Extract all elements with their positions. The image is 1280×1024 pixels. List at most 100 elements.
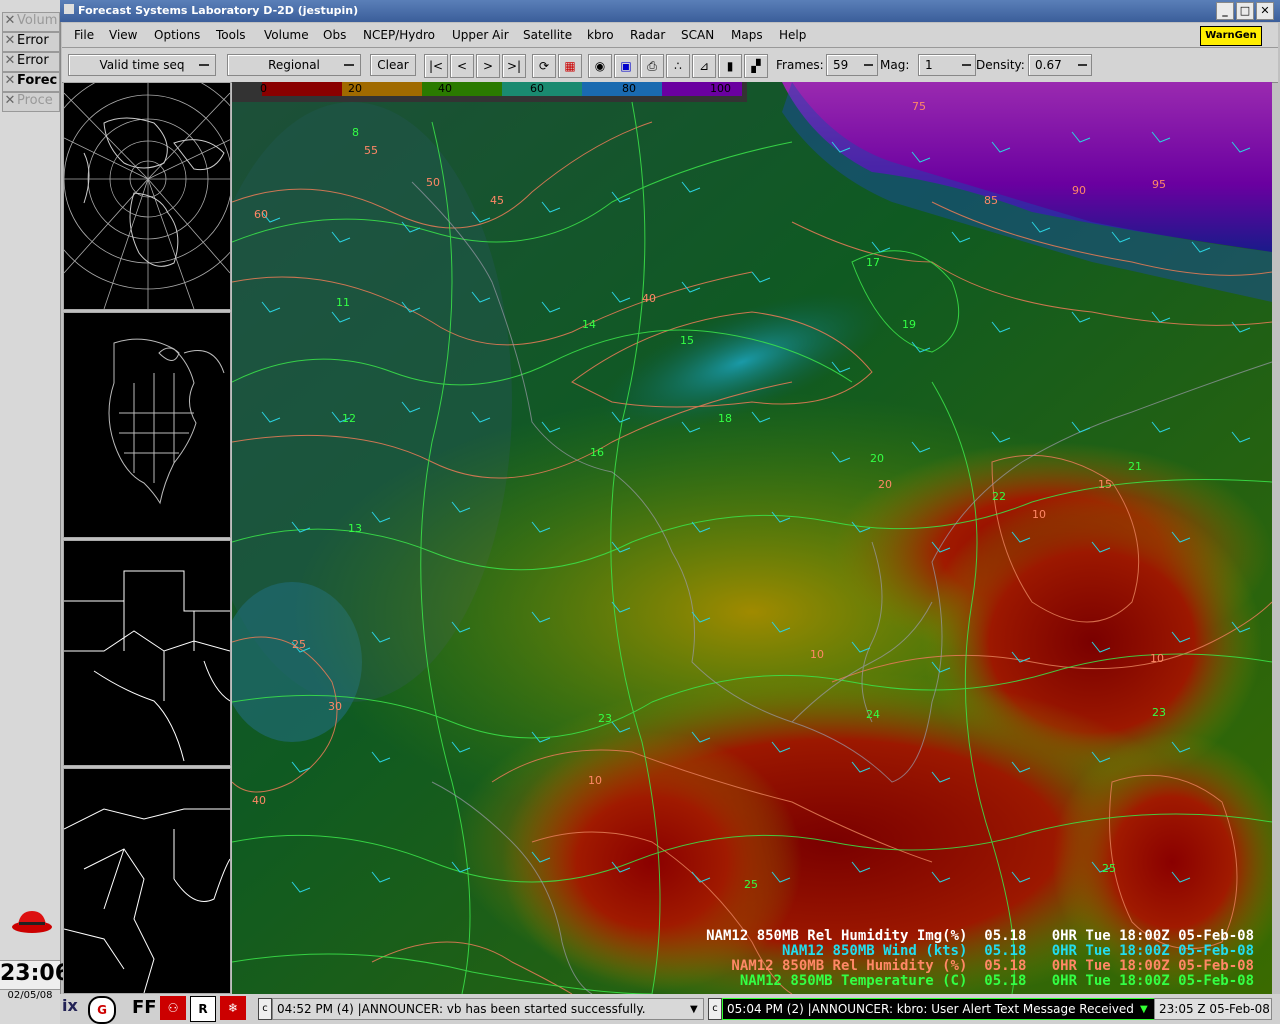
announcer-message-1[interactable]: 04:52 PM (4) |ANNOUNCER: vb has been sta… (272, 998, 704, 1020)
menu-scan[interactable]: SCAN (681, 28, 714, 42)
polar-map-svg (64, 83, 230, 309)
close-button[interactable]: ✕ (1256, 2, 1274, 20)
color-table-icon[interactable]: ▦ (558, 54, 582, 78)
task-item-process[interactable]: ✕ Proce (2, 92, 60, 112)
pane-north-america[interactable] (63, 312, 231, 538)
main-map-display[interactable]: 0 20 40 60 80 100 55 50 45 60 40 20 15 1… (232, 82, 1272, 994)
rh-contour-label: 50 (426, 176, 440, 189)
temp-contour-label: 19 (902, 318, 916, 331)
x-icon: ✕ (4, 53, 16, 68)
refresh-icon[interactable]: ◉ (588, 54, 612, 78)
taskbar-date: 02/05/08 (7, 990, 53, 1001)
sample-cursor-icon[interactable]: ⊿ (692, 54, 716, 78)
single-panel-icon[interactable]: ▮ (718, 54, 742, 78)
rh-contour-label: 10 (810, 648, 824, 661)
pane-local[interactable] (63, 768, 231, 994)
legend-rh-contour: NAM12 850MB Rel Humidity (%) 05.18 0HR T… (731, 958, 1254, 974)
redhat-icon[interactable] (10, 905, 54, 935)
temp-contour-label: 21 (1128, 460, 1142, 473)
temp-contour-label: 22 (992, 490, 1006, 503)
regional-map-svg (64, 570, 230, 762)
minimize-button[interactable]: _ (1216, 2, 1234, 20)
temp-contour-label: 8 (352, 126, 359, 139)
chevron-down-icon[interactable]: ▼ (690, 1004, 698, 1015)
frames-dropdown[interactable]: 59 (826, 54, 878, 76)
menu-upper-air[interactable]: Upper Air (452, 28, 509, 42)
r-tool-icon[interactable]: R (190, 996, 216, 1022)
temp-contour-label: 14 (582, 318, 596, 331)
clear-button[interactable]: Clear (370, 54, 416, 76)
temp-contour-label: 12 (342, 412, 356, 425)
pane-regional[interactable] (63, 540, 231, 766)
loop-icon[interactable]: ⟳ (532, 54, 556, 78)
rh-contour-label: 55 (364, 144, 378, 157)
toolbar: Valid time seq Regional Clear |< < > >| … (62, 48, 1278, 83)
legend-temperature: NAM12 850MB Temperature (C) 05.18 0HR Tu… (739, 973, 1254, 989)
first-frame-button[interactable]: |< (424, 54, 448, 78)
msg2-scroll-button[interactable]: c (708, 998, 722, 1020)
task-item-forecast[interactable]: ✕ Forec (2, 72, 60, 92)
menu-satellite[interactable]: Satellite (523, 28, 572, 42)
ff-icon[interactable]: FF (132, 997, 157, 1018)
density-label: Density: (976, 58, 1025, 72)
step-back-button[interactable]: < (450, 54, 474, 78)
colorbar-tick: 60 (530, 82, 544, 95)
temp-contour-label: 20 (870, 452, 884, 465)
chevron-down-icon[interactable]: ▼ (1140, 1004, 1148, 1015)
warngen-button[interactable]: WarnGen (1200, 26, 1262, 46)
colorbar-tick: 20 (348, 82, 362, 95)
g-logo-icon[interactable]: G (88, 996, 116, 1024)
temp-contour-label: 25 (1102, 862, 1116, 875)
dropdown-indicator-icon (344, 64, 354, 66)
bottom-status-bar: ix G FF ⚇ R ❄ c 04:52 PM (4) |ANNOUNCER:… (60, 994, 1280, 1024)
menu-options[interactable]: Options (154, 28, 200, 42)
pane-northern-hemisphere[interactable] (63, 82, 231, 310)
density-dropdown[interactable]: 0.67 (1028, 54, 1092, 76)
window-title: Forecast Systems Laboratory D-2D (jestup… (78, 4, 359, 17)
four-panel-icon[interactable]: ▞ (744, 54, 768, 78)
dropdown-indicator-icon (1078, 64, 1087, 66)
menu-volume[interactable]: Volume (264, 28, 309, 42)
colorbar-tick: 0 (260, 82, 267, 95)
menu-file[interactable]: File (74, 28, 94, 42)
task-item-error-2[interactable]: ✕ Error (2, 52, 60, 72)
temp-contour-label: 23 (1152, 706, 1166, 719)
menu-kbro[interactable]: kbro (587, 28, 614, 42)
menu-radar[interactable]: Radar (630, 28, 665, 42)
rh-contour-label: 95 (1152, 178, 1166, 191)
temp-contour-label: 24 (866, 708, 880, 721)
last-frame-button[interactable]: >| (502, 54, 526, 78)
colorbar-tick: 100 (710, 82, 731, 95)
legend-wind: NAM12 850MB Wind (kts) 05.18 0HR Tue 18:… (781, 943, 1254, 959)
menu-help[interactable]: Help (779, 28, 806, 42)
ix-icon[interactable]: ix (62, 996, 78, 1015)
menu-view[interactable]: View (109, 28, 137, 42)
menu-obs[interactable]: Obs (323, 28, 346, 42)
scale-dropdown[interactable]: Regional (227, 54, 361, 76)
snowflake-icon[interactable]: ❄ (220, 996, 246, 1020)
local-map-svg (64, 808, 230, 993)
step-forward-button[interactable]: > (476, 54, 500, 78)
points-icon[interactable]: ∴ (666, 54, 690, 78)
colorbar-tick: 40 (438, 82, 452, 95)
menu-maps[interactable]: Maps (731, 28, 763, 42)
window-menu-icon[interactable] (64, 4, 74, 14)
image-properties-icon[interactable]: ▣ (614, 54, 638, 78)
mag-dropdown[interactable]: 1 (918, 54, 976, 76)
announcer-message-2[interactable]: 05:04 PM (2) |ANNOUNCER: kbro: User Aler… (722, 998, 1156, 1020)
rh-contour-label: 40 (642, 292, 656, 305)
rh-contour-label: 75 (912, 100, 926, 113)
window-titlebar[interactable]: Forecast Systems Laboratory D-2D (jestup… (60, 0, 1280, 22)
time-mode-dropdown[interactable]: Valid time seq (68, 54, 216, 76)
left-taskbar: ✕ Volum ✕ Error ✕ Error ✕ Forec ✕ Proce 23:06… (0, 0, 70, 1024)
print-icon[interactable]: ⎙ (640, 54, 664, 78)
task-item-error-1[interactable]: ✕ Error (2, 32, 60, 52)
msg1-scroll-button[interactable]: c (258, 998, 272, 1020)
menu-ncep-hydro[interactable]: NCEP/Hydro (363, 28, 435, 42)
maximize-button[interactable]: □ (1236, 2, 1254, 20)
menu-tools[interactable]: Tools (216, 28, 246, 42)
network-icon[interactable]: ⚇ (160, 996, 186, 1020)
temp-contour-label: 17 (866, 256, 880, 269)
task-item-volume[interactable]: ✕ Volum (2, 12, 60, 32)
rh-contour-label: 10 (588, 774, 602, 787)
